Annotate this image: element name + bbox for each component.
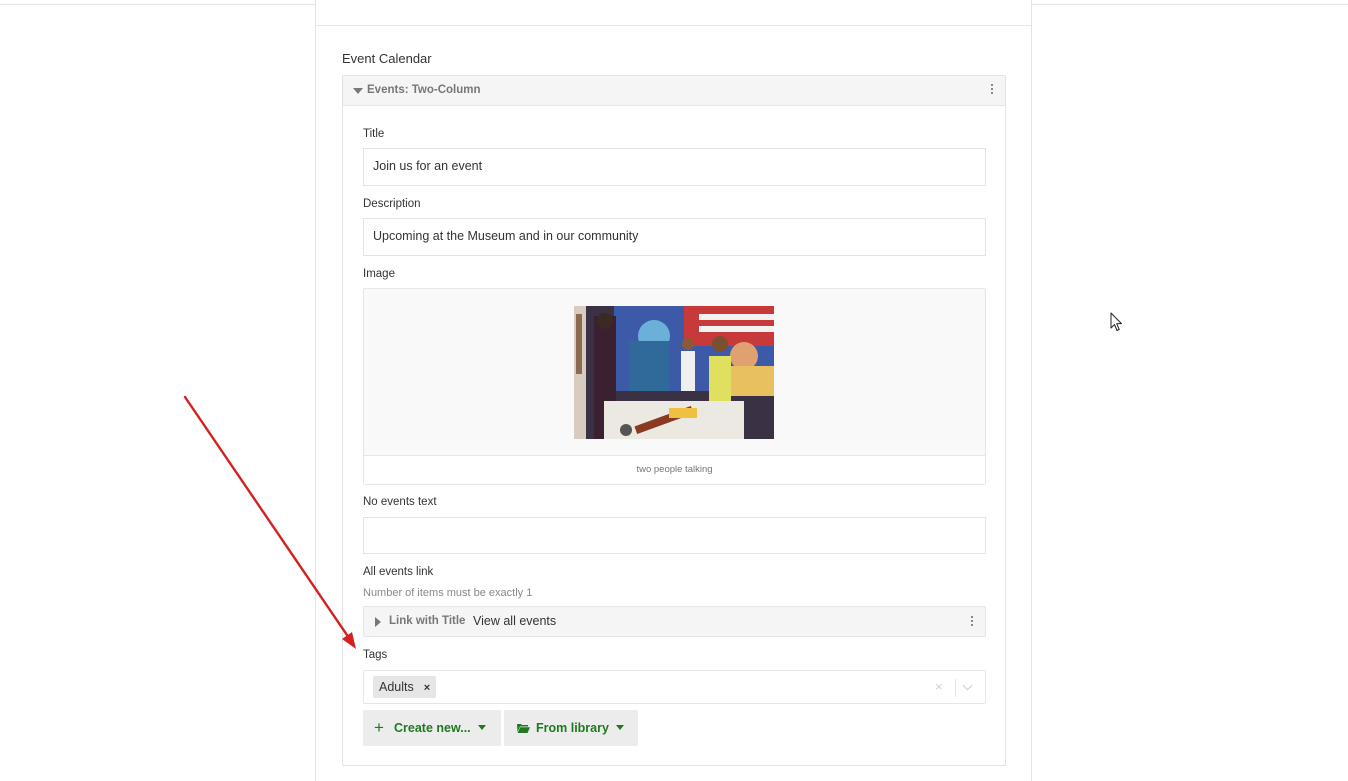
annotation-arrow — [183, 395, 356, 649]
mouse-cursor-icon — [1110, 312, 1122, 331]
